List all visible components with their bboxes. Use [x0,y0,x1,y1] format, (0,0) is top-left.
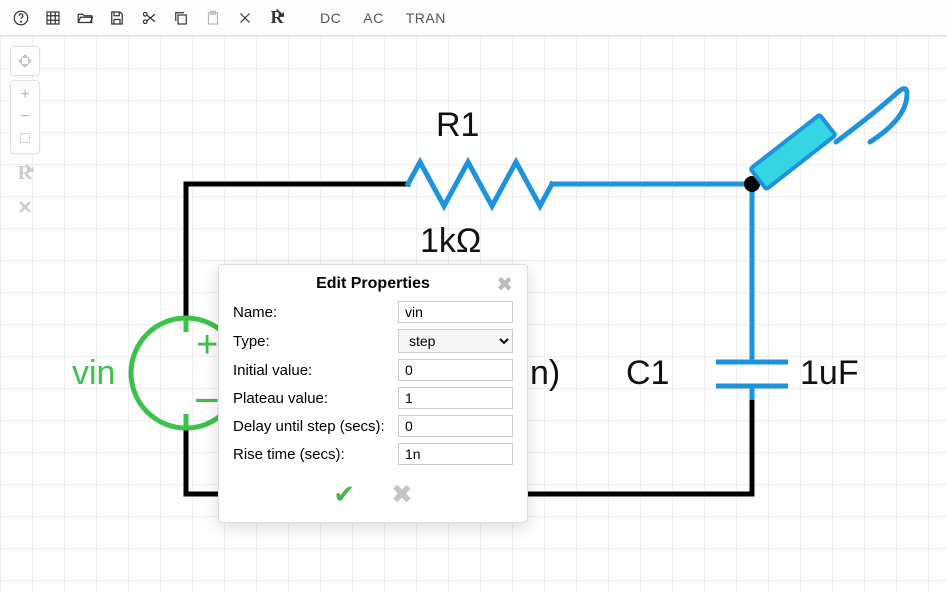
delete-icon[interactable] [232,5,258,31]
top-toolbar: R↘ DC AC TRAN [0,0,947,36]
c1-label: C1 [626,354,669,393]
dialog-cancel-button[interactable]: ✖ [391,479,413,510]
field-delay-label: Delay until step (secs): [233,418,398,435]
obscured-label: n) [530,354,560,393]
save-icon[interactable] [104,5,130,31]
r1-label: R1 [436,106,479,145]
dialog-ok-button[interactable]: ✔ [333,479,355,510]
field-delay-input[interactable] [398,415,513,437]
c1-value: 1uF [800,354,859,393]
edit-properties-dialog: Edit Properties ✖ Name: Type: step Initi… [218,264,528,523]
r1-value: 1kΩ [420,222,481,261]
paste-icon [200,5,226,31]
dialog-close-icon[interactable]: ✖ [496,275,513,295]
rotate-icon[interactable]: R↘ [264,5,290,31]
field-name-label: Name: [233,304,398,321]
copy-icon[interactable] [168,5,194,31]
vin-label: vin [72,354,115,393]
help-icon[interactable] [8,5,34,31]
field-type-label: Type: [233,333,398,350]
field-plateau-label: Plateau value: [233,390,398,407]
field-rise-input[interactable] [398,443,513,465]
dialog-title: Edit Properties [316,275,430,293]
field-plateau-input[interactable] [398,387,513,409]
simulate-tran-button[interactable]: TRAN [398,5,454,31]
field-initial-label: Initial value: [233,362,398,379]
simulate-ac-button[interactable]: AC [355,5,391,31]
schematic-canvas[interactable]: + − □ R↘ [0,36,947,592]
field-initial-input[interactable] [398,359,513,381]
cut-icon[interactable] [136,5,162,31]
vin-minus-sign: − [194,376,220,426]
vin-plus-sign: + [196,324,218,367]
field-name-input[interactable] [398,301,513,323]
simulate-dc-button[interactable]: DC [312,5,349,31]
field-rise-label: Rise time (secs): [233,446,398,463]
field-type-select[interactable]: step [398,329,513,353]
grid-icon[interactable] [40,5,66,31]
open-folder-icon[interactable] [72,5,98,31]
